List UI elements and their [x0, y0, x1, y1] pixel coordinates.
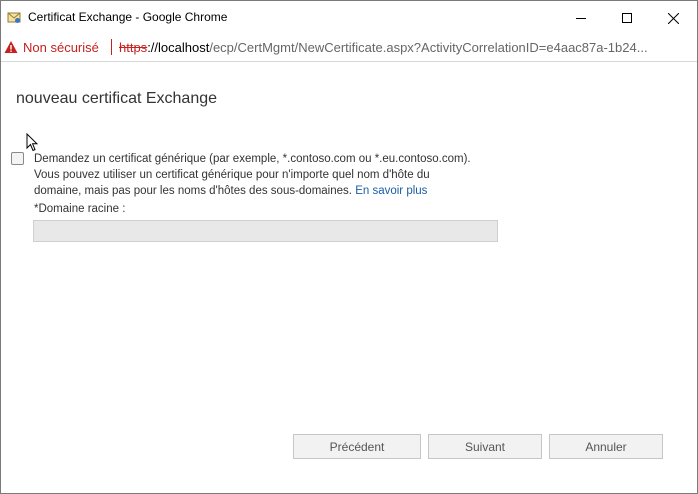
wildcard-description: Demandez un certificat générique (par ex…	[34, 151, 504, 199]
next-button[interactable]: Suivant	[428, 434, 542, 459]
wildcard-description-line3-wrap: domaine, mais pas pour les noms d'hôtes …	[34, 183, 504, 199]
minimize-icon	[576, 18, 586, 19]
mouse-pointer-icon	[26, 132, 39, 153]
root-domain-label: *Domaine racine :	[34, 203, 126, 215]
close-button[interactable]	[650, 1, 696, 35]
root-domain-input[interactable]	[33, 220, 498, 242]
wildcard-description-line1: Demandez un certificat générique (par ex…	[34, 153, 471, 165]
title-bar[interactable]: Certificat Exchange - Google Chrome	[1, 1, 697, 35]
security-status-label[interactable]: Non sécurisé	[23, 40, 99, 55]
url-scheme: https	[119, 40, 148, 55]
wildcard-description-line2: Vous pouvez utiliser un certificat génér…	[34, 169, 430, 181]
url-host: ://localhost	[147, 40, 210, 55]
url-path: /ecp/CertMgmt/NewCertificate.aspx?Activi…	[209, 40, 648, 55]
warning-triangle-icon	[4, 40, 18, 54]
learn-more-link[interactable]: En savoir plus	[355, 185, 427, 197]
previous-button[interactable]: Précédent	[293, 434, 421, 459]
maximize-button[interactable]	[604, 1, 650, 35]
close-icon	[667, 12, 679, 24]
maximize-icon	[622, 13, 632, 23]
cancel-button[interactable]: Annuler	[549, 434, 663, 459]
page-title: nouveau certificat Exchange	[16, 90, 218, 107]
window-title: Certificat Exchange - Google Chrome	[28, 10, 228, 24]
minimize-button[interactable]	[558, 1, 604, 35]
url-text[interactable]: https://localhost/ecp/CertMgmt/NewCertif…	[119, 40, 648, 55]
wildcard-certificate-checkbox[interactable]	[11, 152, 24, 165]
address-separator	[111, 39, 112, 55]
address-bar[interactable]: Non sécurisé https://localhost/ecp/CertM…	[1, 35, 697, 62]
wildcard-description-line3: domaine, mais pas pour les noms d'hôtes …	[34, 185, 352, 197]
certificate-envelope-icon	[7, 10, 21, 24]
browser-window: Certificat Exchange - Google Chrome Non …	[0, 0, 698, 494]
